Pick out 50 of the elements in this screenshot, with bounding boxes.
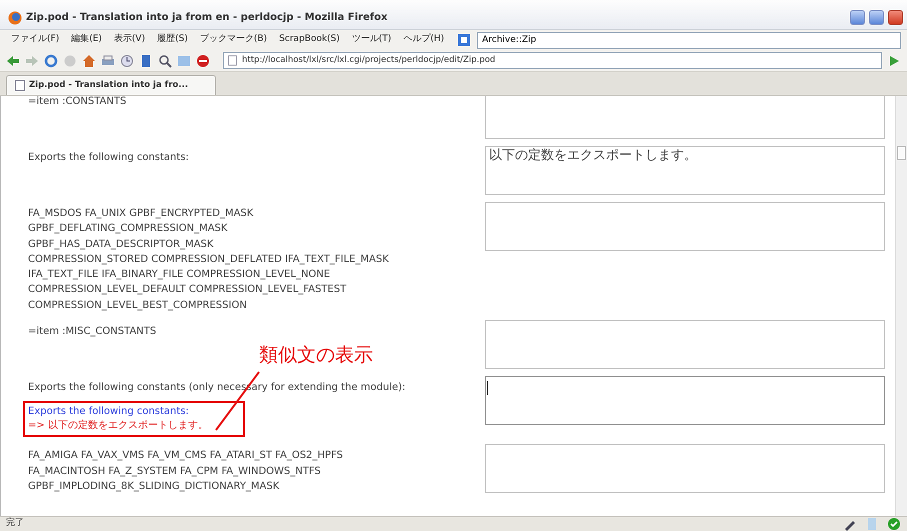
document-icon — [865, 517, 879, 531]
firefox-icon — [8, 10, 22, 24]
maximize-button[interactable] — [869, 10, 884, 25]
translation-field[interactable] — [485, 444, 885, 494]
forward-icon[interactable] — [25, 54, 39, 68]
translation-field[interactable]: 以下の定数をエクスポートします。 — [485, 146, 885, 195]
home-icon[interactable] — [82, 54, 96, 68]
menu-item[interactable]: ツール(T) — [346, 32, 396, 48]
text-caret — [487, 381, 488, 396]
menu-item[interactable]: ブックマーク(B) — [194, 32, 272, 48]
source-text: =item :MISC_CONSTANTS — [28, 325, 156, 340]
reload-icon[interactable] — [44, 54, 58, 68]
scroll-thumb[interactable] — [897, 146, 906, 160]
scrollbar[interactable] — [895, 96, 907, 516]
source-text: FA_MSDOS FA_UNIX GPBF_ENCRYPTED_MASK GPBF_DEFLATING_COMPRESSION_MASK GPBF_HAS_DATA_DESCRIPTOR_MASK COMPRESSION_STORED COMPRESSION_DEFLATED IFA_TEXT_FILE_MASK IFA_TEXT_FILE IFA_BINARY_FILE COMPRESSION_LEVEL_NONE COMPRESSION_LEVEL_DEFAULT COMPRESSION_LEVEL_FASTEST COMPRESSION_LEVEL_BEST_COMPRESSION — [28, 207, 389, 313]
page-icon — [15, 80, 25, 91]
menu-item[interactable]: 表示(V) — [108, 32, 150, 48]
status-text: 完了 — [6, 517, 25, 530]
source-text: =item :CONSTANTS — [28, 96, 126, 109]
check-icon — [887, 517, 901, 531]
browser-tab[interactable]: Zip.pod - Translation into ja fro... — [6, 75, 216, 95]
menu-item[interactable]: ScrapBook(S) — [274, 32, 345, 48]
translation-field[interactable] — [485, 376, 885, 426]
minimize-button[interactable] — [850, 10, 865, 25]
search-field[interactable]: Archive::Zip — [477, 32, 901, 48]
back-icon[interactable] — [6, 54, 20, 68]
page-icon — [227, 55, 238, 66]
bookmark-icon[interactable] — [139, 54, 153, 68]
close-button[interactable] — [888, 10, 903, 25]
translation-field[interactable] — [485, 202, 885, 251]
adblock-icon[interactable] — [196, 54, 210, 68]
window-title: Zip.pod - Translation into ja from en - perldocjp - Mozilla Firefox — [26, 11, 388, 25]
annotation-text: 類似文の表示 — [259, 346, 373, 365]
source-text: FA_AMIGA FA_VAX_VMS FA_VM_CMS FA_ATARI_ST FA_OS2_HPFS FA_MACINTOSH FA_Z_SYSTEM FA_CPM FA_WINDOWS_NTFS GPBF_IMPLODING_8K_SLIDING_DICTIONARY_MASK — [28, 449, 343, 494]
address-field[interactable]: http://localhost/lxl/src/lxl.cgi/projects/perldocjp/edit/Zip.pod — [223, 52, 882, 69]
go-icon[interactable] — [887, 54, 901, 68]
translation-field[interactable] — [485, 320, 885, 370]
sidebar-icon[interactable] — [177, 54, 191, 68]
translation-field[interactable] — [485, 96, 885, 139]
menu-item[interactable]: 履歴(S) — [152, 32, 193, 48]
source-text: Exports the following constants: — [28, 151, 189, 165]
suggestion-source: Exports the following constants: — [28, 405, 190, 420]
history-icon[interactable] — [120, 54, 134, 68]
zoom-icon[interactable] — [158, 54, 172, 68]
suggestion-translation: => 以下の定数をエクスポートします。 — [28, 419, 209, 434]
search-engine-icon[interactable] — [457, 33, 472, 47]
print-icon[interactable] — [101, 54, 115, 68]
menu-item[interactable]: 編集(E) — [66, 32, 107, 48]
menu-item[interactable]: ファイル(F) — [6, 32, 64, 48]
menu-item[interactable]: ヘルプ(H) — [398, 32, 450, 48]
